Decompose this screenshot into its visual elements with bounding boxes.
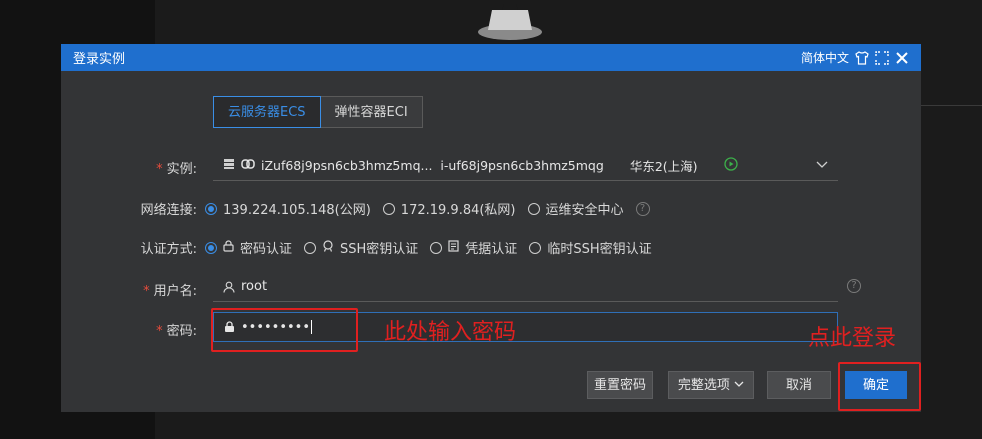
password-hint-text: 此处输入密码 bbox=[384, 320, 517, 345]
instance-name: iZuf68j9psn6cb3hmz5mq... bbox=[261, 158, 433, 173]
network-option-bastion[interactable]: 运维安全中心 bbox=[527, 199, 624, 218]
dialog-title: 登录实例 bbox=[73, 52, 126, 67]
username-row: * 用户名: bbox=[61, 280, 205, 299]
key-badge-icon bbox=[322, 239, 334, 256]
auth-option-ssh-key[interactable]: SSH密钥认证 bbox=[304, 238, 418, 257]
radio-checked-icon bbox=[205, 241, 217, 254]
username-field[interactable]: root bbox=[213, 272, 838, 302]
fullscreen-icon[interactable] bbox=[875, 50, 889, 65]
login-highlight-box bbox=[838, 362, 921, 411]
running-status-icon bbox=[723, 157, 738, 174]
close-icon[interactable] bbox=[895, 51, 909, 65]
help-icon[interactable]: ? bbox=[635, 201, 650, 216]
user-icon bbox=[223, 281, 235, 293]
dialog-titlebar: 登录实例 简体中文 bbox=[61, 44, 921, 71]
username-value: root bbox=[241, 279, 268, 294]
password-label: * 密码: bbox=[156, 324, 197, 339]
login-hint-text: 点此登录 bbox=[808, 326, 897, 351]
instance-label: * 实例: bbox=[156, 162, 197, 177]
instance-row: * 实例: bbox=[61, 158, 205, 177]
auth-option-password[interactable]: 密码认证 bbox=[205, 238, 292, 257]
auth-option-temp-ssh-key[interactable]: 临时SSH密钥认证 bbox=[529, 238, 652, 257]
instance-region: 华东2(上海) bbox=[629, 159, 698, 174]
login-dialog: 登录实例 简体中文 云服务器ECS 弹性容器ECI * 实例: iZuf68j9p… bbox=[61, 44, 921, 412]
network-option-private[interactable]: 172.19.9.84(私网) bbox=[382, 199, 516, 218]
radio-icon bbox=[304, 241, 317, 254]
chevron-down-icon bbox=[734, 378, 744, 393]
auth-option-credential[interactable]: 凭据认证 bbox=[430, 238, 517, 257]
credential-icon bbox=[448, 239, 459, 256]
tab-eci[interactable]: 弹性容器ECI bbox=[320, 96, 423, 128]
lock-icon bbox=[223, 239, 234, 256]
network-row: 网络连接: 139.224.105.148(公网) 172.19.9.84(私网… bbox=[61, 199, 650, 218]
password-highlight-box bbox=[211, 308, 358, 352]
shirt-icon[interactable] bbox=[855, 50, 869, 65]
background-divider bbox=[920, 105, 982, 106]
password-row: * 密码: bbox=[61, 320, 205, 339]
username-label: * 用户名: bbox=[143, 284, 197, 299]
radio-checked-icon bbox=[205, 202, 217, 215]
instance-id: i-uf68j9psn6cb3hmz5mqg bbox=[440, 158, 604, 173]
auth-row: 认证方式: 密码认证 SSH密钥认证 凭据认证 临时SSH密钥认证 bbox=[61, 238, 652, 257]
reset-password-button[interactable]: 重置密码 bbox=[587, 371, 653, 399]
full-options-button[interactable]: 完整选项 bbox=[668, 371, 754, 399]
tab-ecs[interactable]: 云服务器ECS bbox=[213, 96, 321, 128]
language-switch[interactable]: 简体中文 bbox=[801, 49, 849, 66]
chevron-down-icon[interactable] bbox=[816, 158, 828, 173]
tab-bar: 云服务器ECS 弹性容器ECI bbox=[213, 96, 423, 128]
link-icon bbox=[241, 158, 255, 173]
server-icon bbox=[223, 158, 235, 173]
network-options: 139.224.105.148(公网) 172.19.9.84(私网) 运维安全… bbox=[205, 199, 650, 218]
network-label: 网络连接: bbox=[140, 203, 197, 218]
auth-options: 密码认证 SSH密钥认证 凭据认证 临时SSH密钥认证 bbox=[205, 238, 652, 257]
radio-icon bbox=[527, 202, 540, 215]
auth-label: 认证方式: bbox=[140, 242, 197, 257]
cancel-button[interactable]: 取消 bbox=[767, 371, 831, 399]
radio-icon bbox=[430, 241, 443, 254]
instance-select[interactable]: iZuf68j9psn6cb3hmz5mq... i-uf68j9psn6cb3… bbox=[213, 151, 838, 181]
network-option-public[interactable]: 139.224.105.148(公网) bbox=[205, 199, 371, 218]
radio-icon bbox=[529, 241, 542, 254]
radio-icon bbox=[382, 202, 395, 215]
device-icon bbox=[478, 4, 542, 40]
help-icon[interactable]: ? bbox=[847, 279, 861, 293]
